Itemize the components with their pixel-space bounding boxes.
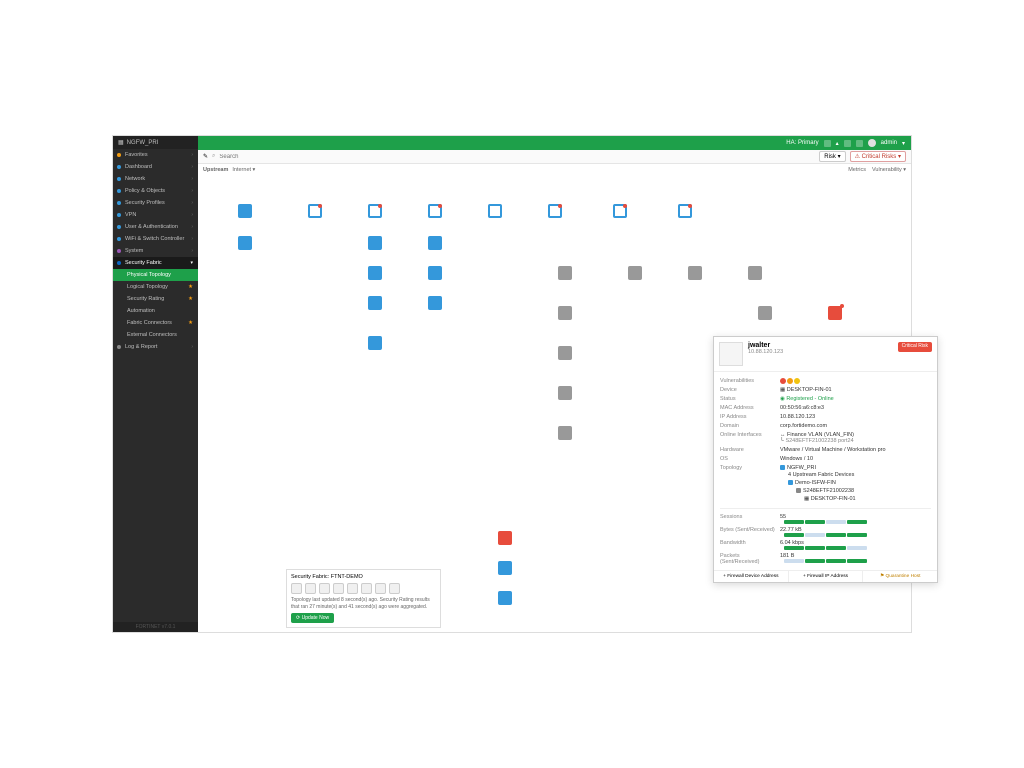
popup-device-ip: 10.88.120.123: [748, 349, 783, 355]
vulnerability-dots: [780, 378, 931, 384]
topology-node[interactable]: [428, 204, 442, 219]
topology-node[interactable]: [678, 204, 692, 219]
sidebar-sub-external-connectors[interactable]: External Connectors: [113, 329, 198, 341]
search-input[interactable]: [219, 154, 279, 160]
fabric-status-card: Security Fabric: FTNT-DEMO Topology last…: [286, 569, 441, 628]
topology-node[interactable]: [238, 236, 252, 251]
topology-node[interactable]: [368, 266, 382, 281]
user-name[interactable]: admin: [881, 140, 897, 146]
sidebar-item-wifi-switch[interactable]: WiFi & Switch Controller›: [113, 233, 198, 245]
sidebar-item-favorites[interactable]: Favorites›: [113, 149, 198, 161]
topology-node[interactable]: [758, 306, 772, 321]
sidebar-item-security-profiles[interactable]: Security Profiles›: [113, 197, 198, 209]
quarantine-host-button[interactable]: ⚑ Quarantine Host: [863, 571, 937, 582]
topology-node[interactable]: [368, 236, 382, 251]
device-detail-popup: jwalter 10.88.120.123 Critical Risk Vuln…: [713, 336, 938, 583]
edit-icon[interactable]: ✎: [203, 153, 208, 160]
topology-node[interactable]: [558, 386, 572, 401]
sidebar-sub-security-rating[interactable]: Security Rating★: [113, 293, 198, 305]
topology-node[interactable]: [368, 296, 382, 311]
ha-status: HA: Primary: [786, 140, 818, 146]
sidebar-footer: FORTINET v7.0.1: [113, 622, 198, 632]
user-avatar-icon[interactable]: [868, 139, 876, 147]
sidebar-item-network[interactable]: Network›: [113, 173, 198, 185]
cli-icon[interactable]: [824, 140, 831, 147]
metrics-label: Metrics: [848, 167, 866, 173]
fabric-status-message: Topology last updated 8 second(s) ago. S…: [291, 597, 436, 610]
fabric-status-title: Security Fabric: FTNT-DEMO: [291, 574, 436, 580]
toolbar: ✎ ⌕ Risk ▾ ⚠ Critical Risks ▾: [198, 150, 911, 164]
star-icon: ★: [188, 320, 193, 326]
topology-node[interactable]: [828, 306, 842, 321]
topology-node[interactable]: [628, 266, 642, 281]
topology-node[interactable]: [548, 204, 562, 219]
view-bar: Upstream Internet ▾ Metrics Vulnerabilit…: [198, 164, 911, 176]
topology-node[interactable]: [368, 204, 382, 219]
topology-node[interactable]: [428, 236, 442, 251]
upstream-dropdown[interactable]: Internet ▾: [232, 167, 255, 173]
topology-node[interactable]: [488, 204, 502, 219]
popup-device-name: jwalter: [748, 342, 783, 349]
sidebar-item-dashboard[interactable]: Dashboard›: [113, 161, 198, 173]
critical-risks-dropdown[interactable]: ⚠ Critical Risks ▾: [850, 151, 906, 162]
sidebar-item-log-report[interactable]: Log & Report›: [113, 341, 198, 353]
topology-node[interactable]: [558, 266, 572, 281]
star-icon: ★: [188, 284, 193, 290]
vulnerability-dropdown[interactable]: Vulnerability ▾: [872, 167, 906, 173]
critical-risk-badge: Critical Risk: [898, 342, 932, 352]
sidebar-sub-logical-topology[interactable]: Logical Topology★: [113, 281, 198, 293]
topology-node[interactable]: [368, 336, 382, 351]
sidebar-item-system[interactable]: System›: [113, 245, 198, 257]
top-header: HA: Primary ▴ admin ▾: [113, 136, 911, 150]
topology-node[interactable]: [428, 266, 442, 281]
sidebar-item-security-fabric[interactable]: Security Fabric▾: [113, 257, 198, 269]
topology-node[interactable]: [558, 306, 572, 321]
star-icon: ★: [188, 296, 193, 302]
sidebar-hostname: ▦NGFW_PRI: [113, 136, 198, 149]
search-glyph-icon: ⌕: [212, 153, 215, 160]
topology-node[interactable]: [558, 346, 572, 361]
topology-node[interactable]: [613, 204, 627, 219]
topology-node[interactable]: [238, 204, 252, 219]
sidebar-item-user-auth[interactable]: User & Authentication›: [113, 221, 198, 233]
sidebar-item-vpn[interactable]: VPN›: [113, 209, 198, 221]
topology-node[interactable]: [688, 266, 702, 281]
topology-node[interactable]: [498, 591, 512, 606]
sidebar-sub-automation[interactable]: Automation: [113, 305, 198, 317]
help-icon[interactable]: [844, 140, 851, 147]
firewall-device-address-button[interactable]: + Firewall Device Address: [714, 571, 789, 582]
bell-icon[interactable]: [856, 140, 863, 147]
topology-node[interactable]: [558, 426, 572, 441]
notification-icon[interactable]: ▴: [836, 140, 839, 147]
topology-node[interactable]: [748, 266, 762, 281]
update-now-button[interactable]: ⟳ Update Now: [291, 613, 334, 623]
fabric-device-icons: [291, 583, 436, 594]
topology-node[interactable]: [498, 561, 512, 576]
risk-dropdown[interactable]: Risk ▾: [819, 151, 845, 162]
topology-node[interactable]: [428, 296, 442, 311]
nav-sidebar: ▦NGFW_PRI Favorites› Dashboard› Network›…: [113, 136, 198, 632]
firewall-ip-address-button[interactable]: + Firewall IP Address: [789, 571, 864, 582]
sidebar-sub-fabric-connectors[interactable]: Fabric Connectors★: [113, 317, 198, 329]
sidebar-sub-physical-topology[interactable]: Physical Topology: [113, 269, 198, 281]
topology-node[interactable]: [498, 531, 512, 546]
device-avatar-icon: [719, 342, 743, 366]
upstream-label: Upstream: [203, 167, 228, 173]
app-window: ▦NGFW_PRI Favorites› Dashboard› Network›…: [112, 135, 912, 633]
sidebar-item-policy[interactable]: Policy & Objects›: [113, 185, 198, 197]
topology-node[interactable]: [308, 204, 322, 219]
